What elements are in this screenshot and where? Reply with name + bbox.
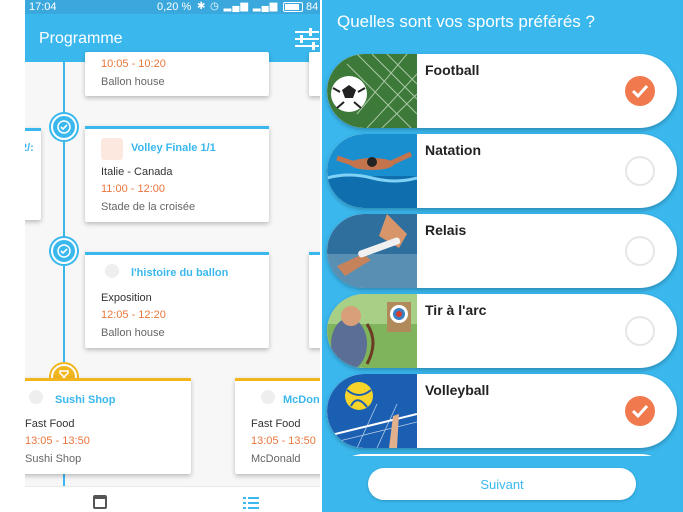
status-time: 17:04 xyxy=(29,1,57,13)
footer: Suivant xyxy=(322,456,683,512)
card-subtitle: Exposition xyxy=(101,292,152,304)
status-data-rate: 0,20 % xyxy=(157,1,192,13)
card-place: Ballon house xyxy=(101,327,165,339)
event-card[interactable]: Sushi Shop Fast Food 13:05 - 13:50 Sushi… xyxy=(25,378,191,474)
unchecked-circle-icon[interactable] xyxy=(625,316,655,346)
card-place: McDonald xyxy=(251,453,301,465)
card-accent-bar xyxy=(309,252,320,255)
card-title: McDon xyxy=(283,394,320,406)
sport-name: Tir à l'arc xyxy=(425,302,487,318)
sport-name: Relais xyxy=(425,222,467,238)
card-time: 11:00 - 12:00 xyxy=(101,183,166,195)
card-title: l'histoire du ballon xyxy=(131,267,229,279)
card-time: 13:05 - 13:50 xyxy=(251,435,316,447)
card-accent-bar xyxy=(25,128,41,131)
filter-sliders-icon[interactable] xyxy=(293,28,320,50)
ball-icon xyxy=(105,264,119,278)
sport-name: Volleyball xyxy=(425,382,490,398)
checkmark-icon[interactable] xyxy=(625,396,655,426)
event-card[interactable]: Volley Finale 1/1 Italie - Canada 11:00 … xyxy=(85,126,269,222)
volleyball-icon xyxy=(101,138,123,160)
unchecked-circle-icon[interactable] xyxy=(625,156,655,186)
battery-level: 84 xyxy=(306,1,319,13)
status-bar: 17:04 0,20 % ✱ ◷ ▂▄▆ ▂▄▆ 84 xyxy=(25,0,320,14)
status-icons: ✱ ◷ ▂▄▆ ▂▄▆ xyxy=(197,1,279,12)
card-accent-bar xyxy=(85,126,269,129)
relay-image xyxy=(327,214,417,288)
archery-image xyxy=(327,294,417,368)
sport-item-natation[interactable]: Natation xyxy=(327,134,677,208)
calendar-icon[interactable] xyxy=(93,495,107,509)
card-accent-bar xyxy=(235,378,320,381)
sport-item-relais[interactable]: Relais xyxy=(327,214,677,288)
card-place: Sushi Shop xyxy=(25,453,82,465)
check-circle-icon xyxy=(51,238,77,264)
card-subtitle: Fast Food xyxy=(251,418,301,430)
card-title: Sushi Shop xyxy=(55,394,116,406)
card-time: 12:05 - 12:20 xyxy=(101,309,166,321)
card-title: 2/: xyxy=(25,142,34,154)
card-subtitle: Italie - Canada xyxy=(101,166,173,178)
card-accent-bar xyxy=(25,378,191,381)
sport-item-football[interactable]: Football xyxy=(327,54,677,128)
event-card[interactable]: McDon Fast Food 13:05 - 13:50 McDonald xyxy=(235,378,320,474)
bottom-navigation xyxy=(25,486,320,512)
sport-item-volleyball[interactable]: Volleyball xyxy=(327,374,677,448)
event-card-partial[interactable]: 2/: xyxy=(25,128,41,220)
sport-item-tir-a-l-arc[interactable]: Tir à l'arc xyxy=(327,294,677,368)
card-subtitle: Fast Food xyxy=(25,418,75,430)
list-icon[interactable] xyxy=(243,497,259,509)
next-button[interactable]: Suivant xyxy=(368,468,636,500)
event-card-partial[interactable] xyxy=(309,52,320,96)
check-circle-icon xyxy=(51,114,77,140)
event-card[interactable]: 10:05 - 10:20 Ballon house xyxy=(85,52,269,96)
schedule-screen: 17:04 0,20 % ✱ ◷ ▂▄▆ ▂▄▆ 84 Programme 2/… xyxy=(25,0,320,512)
sport-name: Natation xyxy=(425,142,481,158)
football-image xyxy=(327,54,417,128)
volleyball-image xyxy=(327,374,417,448)
sport-list: Football Natation Relais Tir à l'arc Vol… xyxy=(322,48,683,456)
battery-icon xyxy=(283,2,303,12)
card-place: Ballon house xyxy=(101,76,165,88)
unchecked-circle-icon[interactable] xyxy=(625,236,655,266)
card-time: 13:05 - 13:50 xyxy=(25,435,90,447)
event-card-partial[interactable] xyxy=(309,252,320,348)
card-time: 10:05 - 10:20 xyxy=(101,58,166,70)
card-accent-bar xyxy=(85,252,269,255)
food-icon xyxy=(261,390,275,404)
sport-name: Football xyxy=(425,62,480,78)
card-place: Stade de la croisée xyxy=(101,201,196,213)
swimming-image xyxy=(327,134,417,208)
question-title: Quelles sont vos sports préférés ? xyxy=(337,12,595,31)
card-title: Volley Finale 1/1 xyxy=(131,142,216,154)
event-card[interactable]: l'histoire du ballon Exposition 12:05 - … xyxy=(85,252,269,348)
sports-preferences-screen: Quelles sont vos sports préférés ? Footb… xyxy=(322,0,683,512)
checkmark-icon[interactable] xyxy=(625,76,655,106)
page-title: Programme xyxy=(39,30,123,47)
food-icon xyxy=(29,390,43,404)
